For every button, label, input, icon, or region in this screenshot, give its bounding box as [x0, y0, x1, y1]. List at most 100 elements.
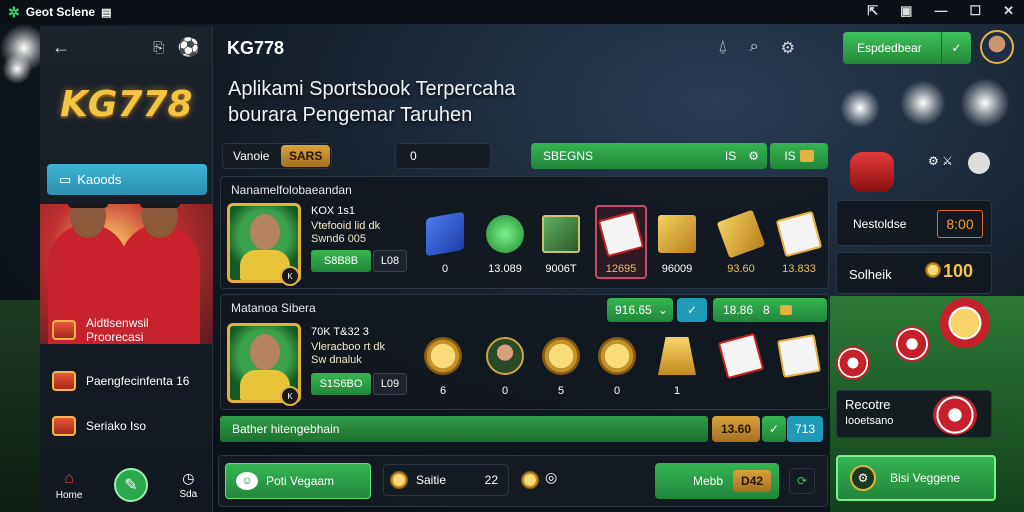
- asset-item[interactable]: 0: [591, 337, 643, 397]
- asset-item[interactable]: 9006T: [535, 215, 587, 275]
- nav-clock-label: Sda: [179, 489, 198, 500]
- gear-icon[interactable]: ⚙: [748, 149, 759, 163]
- card-gift-icon: [775, 210, 823, 258]
- panel2-odds-pill-1[interactable]: 916.65 ⌄: [607, 298, 673, 322]
- player-card-1[interactable]: K: [227, 203, 301, 286]
- green-orb-icon: [486, 215, 524, 253]
- bottom-right-label: Mebb: [693, 474, 724, 488]
- asset-item[interactable]: 5: [535, 337, 587, 397]
- chip-stack-icon: [850, 152, 894, 192]
- right-row-2[interactable]: Solheik 100: [836, 252, 992, 294]
- minimize-button[interactable]: —: [934, 3, 947, 19]
- refresh-icon: ⟳: [796, 474, 808, 488]
- casino-chip-icon: [933, 395, 977, 435]
- treasure-chest-icon: [52, 320, 76, 340]
- header-cta-button[interactable]: Espdedbear ✓: [843, 32, 971, 64]
- close-button[interactable]: ✕: [1003, 3, 1014, 19]
- card1-sub2: Swnd6 005: [311, 233, 367, 245]
- nav-clock[interactable]: ◷ Sda: [179, 470, 197, 500]
- panel2-pill2b-value: 8: [763, 303, 770, 317]
- asset-value: 13.089: [488, 263, 522, 275]
- filter-search-field[interactable]: 0: [395, 143, 491, 169]
- settings-icon[interactable]: ⚙: [781, 38, 795, 58]
- card2-bet-button[interactable]: S1S6BO: [311, 373, 371, 395]
- clock-icon: ◷: [182, 470, 195, 486]
- card1-odds-button[interactable]: L08: [373, 250, 407, 272]
- promo-title: Recotre: [845, 397, 891, 412]
- strip-teal-value[interactable]: 713: [787, 416, 823, 442]
- gold-bars-icon: [658, 337, 696, 375]
- asset-value: 93.60: [727, 263, 755, 275]
- pen-fab-button[interactable]: ✎: [113, 468, 148, 502]
- bottom-right-button[interactable]: Mebb D42: [655, 463, 779, 499]
- strip-gold-value[interactable]: 13.60: [712, 416, 760, 442]
- right-row-1[interactable]: Nestoldse 8:00: [836, 200, 992, 246]
- target-icon[interactable]: ◎: [545, 469, 557, 486]
- roulette-icon[interactable]: [968, 152, 990, 174]
- bottom-right-badge: D42: [733, 470, 772, 492]
- badge-icon: ⚙: [850, 465, 876, 491]
- info-strip[interactable]: Bather hitengebhain: [220, 416, 708, 442]
- gold-box-icon: [658, 215, 696, 253]
- player-card-2[interactable]: K: [227, 323, 301, 406]
- bottom-right-cta[interactable]: ⚙ Bisi Veggene: [836, 455, 996, 501]
- asset-item[interactable]: 13.089: [479, 215, 531, 275]
- sidebar-item-3[interactable]: Seriako Iso: [52, 416, 146, 436]
- bottom-left-button[interactable]: ☺ Poti Vegaam: [225, 463, 371, 499]
- asset-value: 6: [439, 385, 447, 397]
- asset-item[interactable]: [715, 332, 767, 385]
- asset-item[interactable]: 96009: [651, 215, 703, 275]
- bottom-stat-field[interactable]: Saitie 22: [383, 464, 509, 496]
- gold-coin-icon: [424, 337, 462, 375]
- check-toggle[interactable]: ✓: [677, 298, 707, 322]
- green-filter-bar[interactable]: SBEGNS IS ⚙: [531, 143, 767, 169]
- asset-item[interactable]: 13.833: [773, 210, 825, 275]
- card1-bet-button[interactable]: S8B8B: [311, 250, 371, 272]
- category-tab[interactable]: Vanoie SARS: [222, 143, 332, 169]
- sidebar-primary-button[interactable]: ▭ Kaoods: [47, 164, 207, 195]
- nav-home-label: Home: [55, 489, 83, 501]
- chevron-down-icon: ⌄: [657, 303, 668, 317]
- right-row2-label: Solheik: [849, 267, 892, 282]
- asset-item[interactable]: 12695: [595, 210, 647, 275]
- asset-item[interactable]: 1: [651, 337, 703, 397]
- chat-bubble-icon: ☺: [236, 472, 258, 490]
- window-badge-icon: ▤: [101, 6, 112, 19]
- hero-title-line2: bourara Pengemar Taruhen: [228, 104, 473, 126]
- sidebar-toolbar: ← ⎘ ⚽: [40, 26, 212, 68]
- asset-value: 12695: [605, 263, 637, 275]
- asset-item[interactable]: 0: [479, 337, 531, 397]
- asset-item[interactable]: [773, 333, 825, 385]
- hero-title: Aplikami Sportsbook Terpercaha bourara P…: [228, 76, 516, 128]
- refresh-button[interactable]: ⟳: [789, 468, 815, 494]
- asset-item[interactable]: 6: [417, 337, 469, 397]
- search-icon[interactable]: ⌕: [750, 38, 759, 58]
- soccer-ball-icon[interactable]: ⚽: [178, 37, 200, 58]
- snap-icon[interactable]: ▣: [900, 3, 912, 19]
- card-deck-icon: [597, 210, 645, 258]
- asset-item[interactable]: 0: [419, 211, 471, 275]
- sidebar-item-2[interactable]: Paengfecinfenta 16: [52, 371, 189, 391]
- asset-item[interactable]: 93.60: [715, 209, 767, 275]
- chevron-down-icon[interactable]: ✓: [941, 32, 971, 64]
- strip-check-button[interactable]: ✓: [762, 416, 786, 442]
- maximize-button[interactable]: ☐: [969, 3, 981, 19]
- gold-coin-icon[interactable]: [521, 471, 539, 489]
- gold-coin-icon: [390, 471, 408, 489]
- panel2-odds-pill-2[interactable]: 18.86 8: [713, 298, 827, 322]
- sidebar-item-1[interactable]: Aidtlsenwsil Proorecasi: [52, 316, 149, 344]
- box-icon: [779, 305, 792, 315]
- window-controls: ⇱ ▣ — ☐ ✕: [867, 3, 1014, 19]
- card2-odds-button[interactable]: L09: [373, 373, 407, 395]
- asset-value: 1: [673, 385, 681, 397]
- promo-card[interactable]: Recotre Iooetsano: [836, 390, 992, 438]
- nav-home[interactable]: ⌂ Home: [56, 470, 83, 501]
- asset-value: 0: [501, 385, 509, 397]
- info-strip-label: Bather hitengebhain: [232, 422, 340, 436]
- back-arrow-icon[interactable]: ←: [52, 37, 70, 58]
- restore-icon[interactable]: ⇱: [867, 3, 878, 19]
- bell-icon[interactable]: ⍙: [718, 38, 728, 58]
- avatar[interactable]: [980, 30, 1014, 64]
- green-extra-button[interactable]: IS: [770, 143, 828, 169]
- clipboard-icon[interactable]: ⎘: [153, 39, 164, 56]
